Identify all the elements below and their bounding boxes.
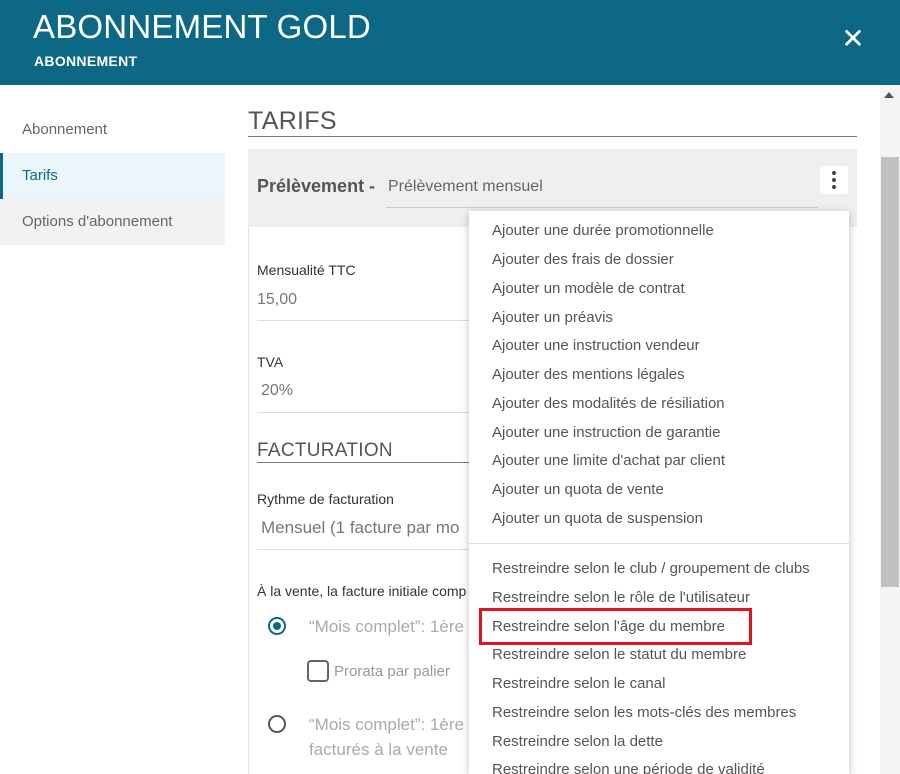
menu-item-resiliation[interactable]: Ajouter des modalités de résiliation [492, 395, 725, 412]
radio-mois-complet-2[interactable] [268, 715, 286, 733]
sidebar-item-options[interactable]: Options d'abonnement [0, 199, 225, 245]
scrollbar-thumb[interactable] [881, 157, 899, 587]
mensualite-underline [257, 320, 469, 321]
menu-item-restreindre-club[interactable]: Restreindre selon le club / groupement d… [492, 560, 810, 577]
menu-item-restreindre-periode[interactable]: Restreindre selon une période de validit… [492, 761, 765, 774]
sidebar-item-tarifs[interactable]: Tarifs [0, 153, 225, 199]
menu-divider [469, 543, 849, 544]
close-icon[interactable]: ✕ [838, 24, 868, 54]
menu-item-restreindre-age[interactable]: Restreindre selon l'âge du membre [492, 618, 725, 635]
menu-item-quota-vente[interactable]: Ajouter un quota de vente [492, 481, 664, 498]
more-options-icon[interactable] [820, 166, 848, 194]
facturation-title: FACTURATION [257, 440, 393, 461]
menu-item-garantie[interactable]: Ajouter une instruction de garantie [492, 424, 720, 441]
menu-item-quota-suspension[interactable]: Ajouter un quota de suspension [492, 510, 703, 527]
tva-underline [257, 412, 469, 413]
card-label: Prélèvement - [257, 176, 376, 196]
rythme-select[interactable]: Mensuel (1 facture par mo [261, 518, 459, 538]
tva-select[interactable]: 20% [261, 382, 293, 400]
menu-item-restreindre-canal[interactable]: Restreindre selon le canal [492, 675, 665, 692]
menu-item-preavis[interactable]: Ajouter un préavis [492, 309, 613, 326]
card-type-select[interactable]: Prélèvement mensuel [388, 178, 543, 196]
prorata-checkbox[interactable] [307, 660, 329, 682]
tva-label: TVA [257, 354, 284, 370]
radio-mois-complet-1[interactable] [268, 617, 286, 635]
menu-item-instruction-vendeur[interactable]: Ajouter une instruction vendeur [492, 337, 700, 354]
more-options-menu: Ajouter une durée promotionnelle Ajouter… [469, 211, 849, 774]
facturation-divider [257, 462, 469, 463]
page-title: TARIFS [248, 107, 337, 135]
option-mois-complet-2-line1: “Mois complet”: 1ère [309, 715, 464, 734]
option-mois-complet-1: “Mois complet”: 1ère [309, 617, 464, 636]
menu-item-mentions-legales[interactable]: Ajouter des mentions légales [492, 366, 685, 383]
title-divider [248, 136, 857, 137]
sidebar-item-abonnement[interactable]: Abonnement [0, 107, 225, 153]
sidebar: Abonnement Tarifs Options d'abonnement [0, 107, 225, 245]
menu-item-modele-contrat[interactable]: Ajouter un modèle de contrat [492, 280, 685, 297]
dialog-subtitle: ABONNEMENT [34, 53, 138, 69]
menu-item-restreindre-role[interactable]: Restreindre selon le rôle de l'utilisate… [492, 589, 750, 606]
dialog-header: ABONNEMENT GOLD ABONNEMENT ✕ [0, 0, 900, 85]
menu-item-restreindre-dette[interactable]: Restreindre selon la dette [492, 733, 663, 750]
menu-item-duree-promo[interactable]: Ajouter une durée promotionnelle [492, 222, 714, 239]
menu-item-frais-dossier[interactable]: Ajouter des frais de dossier [492, 251, 674, 268]
mensualite-label: Mensualité TTC [257, 262, 356, 278]
menu-item-restreindre-statut[interactable]: Restreindre selon le statut du membre [492, 646, 746, 663]
dialog-title: ABONNEMENT GOLD [33, 8, 371, 45]
initial-invoice-text: À la vente, la facture initiale comp [257, 583, 467, 599]
scroll-up-arrow-icon[interactable] [884, 92, 894, 98]
menu-item-limite-achat[interactable]: Ajouter une limite d'achat par client [492, 452, 725, 469]
mensualite-input[interactable]: 15,00 [257, 291, 297, 309]
card-type-underline [386, 207, 818, 208]
option-mois-complet-2-line2: facturés à la vente [309, 740, 448, 759]
rythme-label: Rythme de facturation [257, 491, 394, 507]
prorata-label: Prorata par palier [334, 663, 450, 680]
menu-item-restreindre-mots-cles[interactable]: Restreindre selon les mots-clés des memb… [492, 704, 796, 721]
rythme-underline [257, 549, 469, 550]
